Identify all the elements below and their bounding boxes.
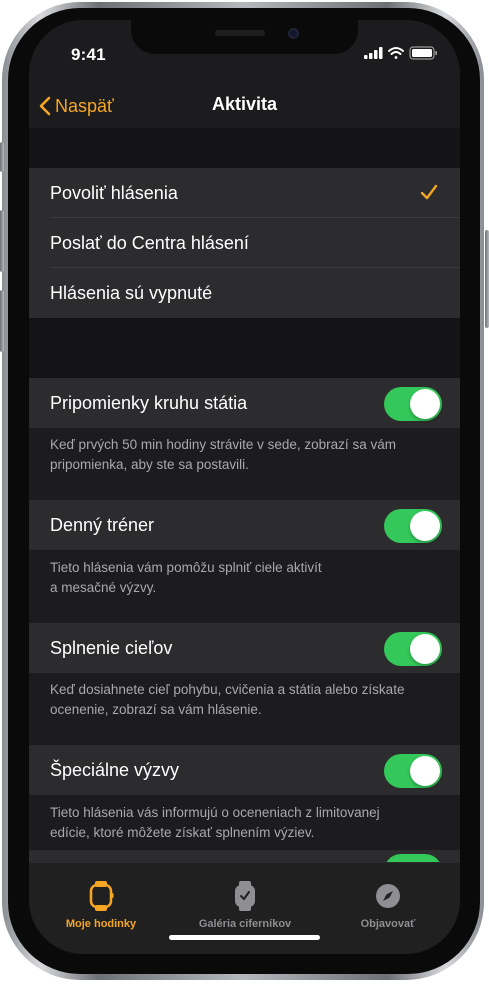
toggle-row-special-challenges: Špeciálne výzvy: [29, 745, 460, 795]
toggle-label: Splnenie cieľov: [50, 638, 173, 658]
goal-completions-switch[interactable]: [384, 632, 442, 666]
toggle-row-stand-reminders: Pripomienky kruhu státia: [29, 378, 460, 428]
footnote-line: a mesačné výzvy.: [50, 580, 157, 595]
wifi-icon: [388, 47, 404, 59]
volume-up-button: [0, 210, 4, 272]
section-header-spacer: [29, 128, 460, 168]
footnote-line: edície, ktoré môžete získať splnením výz…: [50, 825, 315, 840]
navigation-bar: Naspäť Aktivita: [29, 84, 460, 128]
option-send-to-notification-center[interactable]: Poslať do Centra hlásení: [29, 218, 460, 268]
tab-discover[interactable]: Objavovať: [316, 881, 460, 930]
footnote-line: Tieto hlásenia vás informujú o oceneniac…: [50, 805, 380, 820]
iphone-device: 9:41 Naspäť Aktivita Povoliť hlásenia Po…: [0, 0, 489, 984]
toggle-row-goal-completions: Splnenie cieľov: [29, 623, 460, 673]
screen: 9:41 Naspäť Aktivita Povoliť hlásenia Po…: [29, 20, 460, 954]
toggle-label: Špeciálne výzvy: [50, 760, 180, 780]
footnote-line: ocenenie, zobrazí sa vám hlásenie.: [50, 702, 262, 717]
switch-knob: [410, 511, 440, 541]
page-title: Aktivita: [211, 94, 278, 114]
speaker-grille: [215, 30, 265, 36]
daily-coaching-footnote: Tieto hlásenia vám pomôžu splniť ciele a…: [50, 558, 445, 598]
switch-knob: [410, 756, 440, 786]
daily-coaching-switch[interactable]: [384, 509, 442, 543]
tab-label: Galéria ciferníkov: [198, 918, 292, 930]
goal-completions-footnote: Keď dosiahnete cieľ pohybu, cvičenia a s…: [50, 680, 445, 720]
tab-label: Objavovať: [360, 918, 416, 930]
toggle-label: Pripomienky kruhu státia: [50, 393, 248, 413]
option-notifications-off[interactable]: Hlásenia sú vypnuté: [29, 268, 460, 318]
compass-icon: [376, 884, 400, 908]
option-label: Poslať do Centra hlásení: [50, 233, 249, 253]
switch-knob: [410, 634, 440, 664]
footnote-line: pripomienka, aby ste sa postavili.: [50, 457, 249, 472]
stand-reminders-footnote: Keď prvých 50 min hodiny strávite v sede…: [50, 435, 445, 475]
tab-my-watch[interactable]: Moje hodinky: [29, 881, 173, 930]
stand-reminders-switch[interactable]: [384, 387, 442, 421]
battery-icon: [409, 46, 437, 60]
status-time: 9:41: [71, 45, 106, 64]
side-button: [485, 230, 489, 328]
special-challenges-footnote: Tieto hlásenia vás informujú o oceneniac…: [50, 803, 445, 843]
toggle-label: Denný tréner: [50, 515, 155, 535]
notch: [131, 20, 358, 54]
option-label: Hlásenia sú vypnuté: [50, 283, 213, 303]
tab-label: Moje hodinky: [65, 918, 137, 930]
switch-knob: [410, 389, 440, 419]
mute-switch: [0, 142, 4, 172]
tab-bar: Moje hodinky Galéria ciferníkov Objavova…: [29, 862, 460, 954]
checkmark-icon: [420, 184, 438, 200]
home-indicator[interactable]: [169, 935, 320, 940]
special-challenges-switch[interactable]: [384, 754, 442, 788]
option-allow-notifications[interactable]: Povoliť hlásenia: [29, 168, 460, 218]
footnote-line: Keď dosiahnete cieľ pohybu, cvičenia a s…: [50, 682, 405, 697]
watch-face-icon: [235, 881, 255, 911]
footnote-line: Keď prvých 50 min hodiny strávite v sede…: [50, 437, 396, 452]
watch-icon: [89, 881, 114, 911]
status-icons: [364, 46, 437, 60]
footnote-line: Tieto hlásenia vám pomôžu splniť ciele a…: [50, 560, 322, 575]
tab-face-gallery[interactable]: Galéria ciferníkov: [173, 881, 317, 930]
section-spacer: [29, 318, 460, 378]
cellular-signal-icon: [364, 47, 383, 59]
front-camera: [288, 28, 299, 39]
toggle-row-daily-coaching: Denný tréner: [29, 500, 460, 550]
volume-down-button: [0, 290, 4, 352]
option-label: Povoliť hlásenia: [50, 183, 178, 203]
